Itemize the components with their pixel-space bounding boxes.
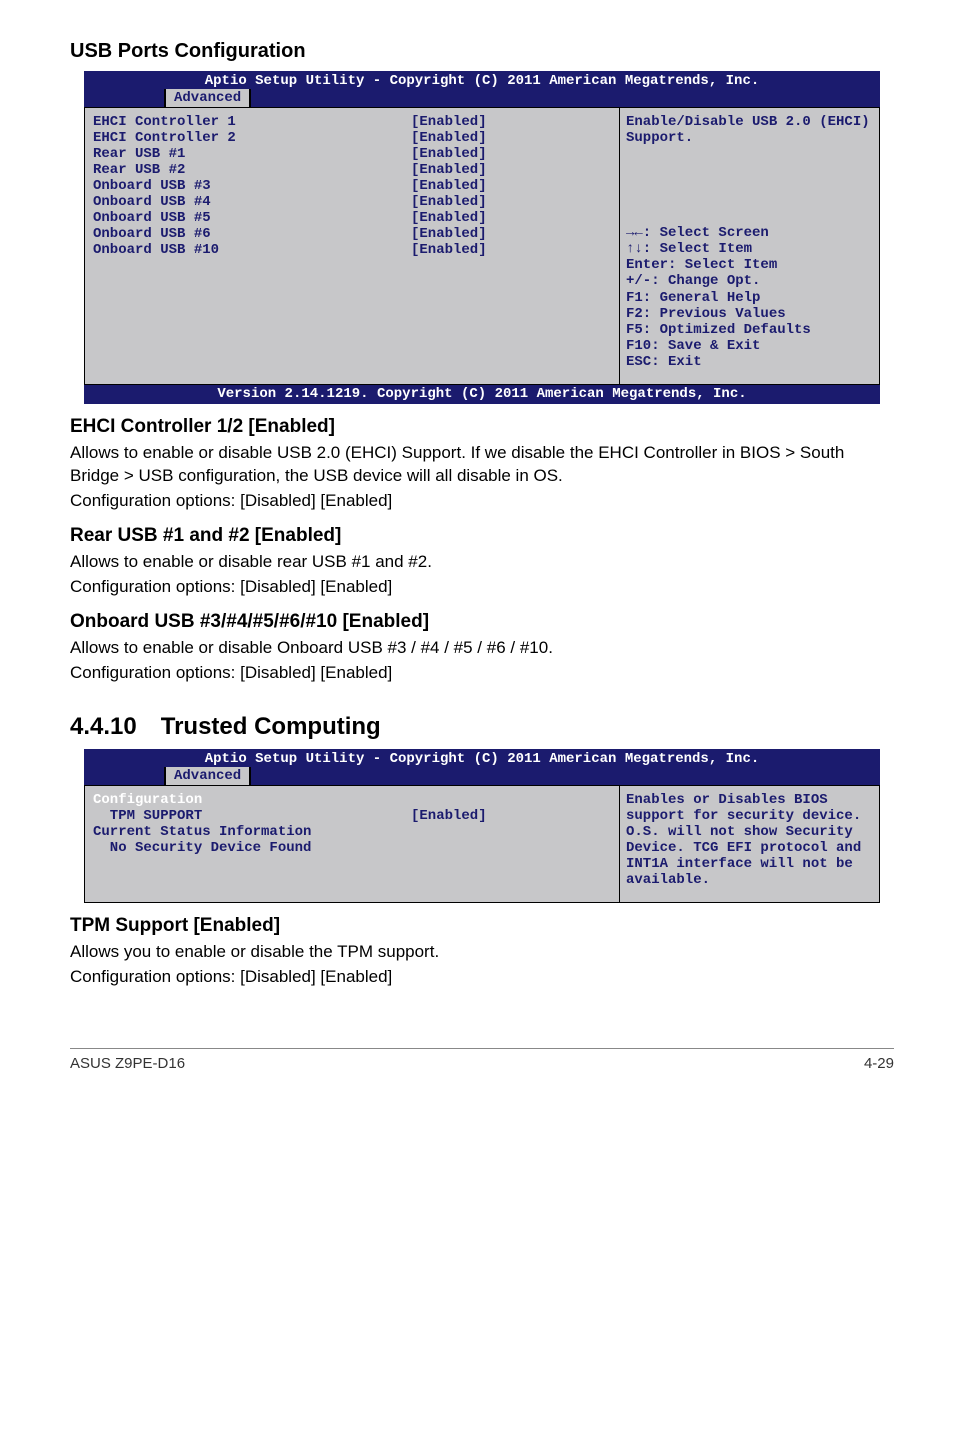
- bios-help-text: Enables or Disables BIOS support for sec…: [626, 792, 873, 888]
- paragraph: Configuration options: [Disabled] [Enabl…: [70, 662, 894, 685]
- bios-item-value: [Enabled]: [411, 162, 611, 178]
- bios-left-pane: EHCI Controller 1[Enabled] EHCI Controll…: [84, 107, 620, 385]
- bios-tab-row: Advanced: [84, 767, 880, 785]
- bios-item-label: Onboard USB #3: [93, 178, 411, 194]
- bios-item-label: No Security Device Found: [93, 840, 411, 856]
- bios-item-value: [Enabled]: [411, 808, 611, 824]
- heading-rear-usb: Rear USB #1 and #2 [Enabled]: [70, 525, 894, 547]
- bios-nav-line: ↑↓: Select Item: [626, 241, 873, 257]
- paragraph: Allows to enable or disable rear USB #1 …: [70, 551, 894, 574]
- paragraph: Configuration options: [Disabled] [Enabl…: [70, 490, 894, 513]
- bios-item-value: [Enabled]: [411, 178, 611, 194]
- bios-tab-row: Advanced: [84, 89, 880, 107]
- bios-item-value: [Enabled]: [411, 194, 611, 210]
- bios-nav-help: →←: Select Screen ↑↓: Select Item Enter:…: [626, 225, 873, 370]
- bios-header: Aptio Setup Utility - Copyright (C) 2011…: [84, 71, 880, 89]
- bios-item-label: Rear USB #1: [93, 146, 411, 162]
- bios-header: Aptio Setup Utility - Copyright (C) 2011…: [84, 749, 880, 767]
- heading-ehci: EHCI Controller 1/2 [Enabled]: [70, 416, 894, 438]
- bios-nav-line: F1: General Help: [626, 290, 873, 306]
- bios-nav-line: +/-: Change Opt.: [626, 273, 873, 289]
- bios-nav-line: F2: Previous Values: [626, 306, 873, 322]
- footer-model: ASUS Z9PE-D16: [70, 1055, 185, 1072]
- paragraph: Configuration options: [Disabled] [Enabl…: [70, 576, 894, 599]
- bios-nav-line: F10: Save & Exit: [626, 338, 873, 354]
- page-footer: ASUS Z9PE-D16 4-29: [70, 1048, 894, 1072]
- bios-item-value: [Enabled]: [411, 226, 611, 242]
- bios-screenshot-usb: Aptio Setup Utility - Copyright (C) 2011…: [84, 71, 880, 404]
- bios-footer: Version 2.14.1219. Copyright (C) 2011 Am…: [84, 385, 880, 404]
- bios-nav-line: F5: Optimized Defaults: [626, 322, 873, 338]
- bios-help-text: Enable/Disable USB 2.0 (EHCI) Support.: [626, 114, 873, 146]
- bios-item-label: Onboard USB #5: [93, 210, 411, 226]
- bios-item-value: [Enabled]: [411, 210, 611, 226]
- bios-item-label: Configuration: [93, 792, 411, 808]
- paragraph: Allows to enable or disable USB 2.0 (EHC…: [70, 442, 894, 488]
- bios-item-value: [Enabled]: [411, 114, 611, 130]
- bios-item-value: [Enabled]: [411, 146, 611, 162]
- bios-right-pane: Enable/Disable USB 2.0 (EHCI) Support. →…: [620, 107, 880, 385]
- section-title: Trusted Computing: [161, 713, 381, 740]
- bios-right-pane: Enables or Disables BIOS support for sec…: [620, 785, 880, 903]
- footer-page-number: 4-29: [864, 1055, 894, 1072]
- paragraph: Allows to enable or disable Onboard USB …: [70, 637, 894, 660]
- bios-item-value: [411, 824, 611, 840]
- bios-nav-line: Enter: Select Item: [626, 257, 873, 273]
- bios-item-label: EHCI Controller 2: [93, 130, 411, 146]
- heading-usb-ports: USB Ports Configuration: [70, 40, 894, 63]
- bios-screenshot-tpm: Aptio Setup Utility - Copyright (C) 2011…: [84, 749, 880, 903]
- heading-tpm-support: TPM Support [Enabled]: [70, 915, 894, 937]
- bios-item-value: [Enabled]: [411, 242, 611, 258]
- bios-item-label: Current Status Information: [93, 824, 411, 840]
- section-number: 4.4.10: [70, 713, 137, 740]
- bios-item-label: Rear USB #2: [93, 162, 411, 178]
- bios-item-value: [Enabled]: [411, 130, 611, 146]
- bios-item-label: EHCI Controller 1: [93, 114, 411, 130]
- bios-tab-advanced: Advanced: [164, 89, 251, 107]
- bios-item-label: TPM SUPPORT: [93, 808, 411, 824]
- bios-item-value: [411, 840, 611, 856]
- bios-item-label: Onboard USB #4: [93, 194, 411, 210]
- bios-item-label: Onboard USB #6: [93, 226, 411, 242]
- bios-item-value: [411, 792, 611, 808]
- bios-tab-advanced: Advanced: [164, 767, 251, 785]
- bios-nav-line: →←: Select Screen: [626, 225, 873, 241]
- paragraph: Allows you to enable or disable the TPM …: [70, 941, 894, 964]
- bios-nav-line: ESC: Exit: [626, 354, 873, 370]
- bios-left-pane: Configuration TPM SUPPORT[Enabled] Curre…: [84, 785, 620, 903]
- bios-item-label: Onboard USB #10: [93, 242, 411, 258]
- paragraph: Configuration options: [Disabled] [Enabl…: [70, 966, 894, 989]
- section-heading-trusted-computing: 4.4.10 Trusted Computing: [70, 713, 894, 741]
- heading-onboard-usb: Onboard USB #3/#4/#5/#6/#10 [Enabled]: [70, 611, 894, 633]
